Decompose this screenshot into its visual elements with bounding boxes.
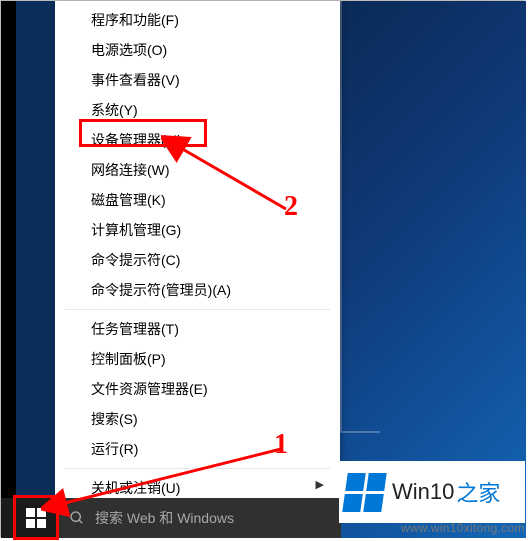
menu-item-label: 命令提示符(管理员)(A) (91, 282, 231, 298)
menu-item-run[interactable]: 运行(R) (55, 434, 340, 464)
winx-context-menu: 程序和功能(F) 电源选项(O) 事件查看器(V) 系统(Y) 设备管理器(M)… (55, 1, 340, 498)
menu-item-label: 电源选项(O) (91, 42, 167, 58)
desktop-background (340, 1, 526, 538)
menu-separator (65, 309, 330, 310)
menu-item-label: 磁盘管理(K) (91, 192, 166, 208)
menu-item-label: 运行(R) (91, 441, 138, 457)
menu-item-label: 关机或注销(U) (91, 480, 180, 496)
menu-item-taskmgr[interactable]: 任务管理器(T) (55, 314, 340, 344)
menu-item-label: 系统(Y) (91, 102, 138, 118)
windows-logo-icon (26, 508, 46, 528)
menu-separator (65, 468, 330, 469)
menu-item-explorer[interactable]: 文件资源管理器(E) (55, 374, 340, 404)
desktop-light-line (340, 1, 342, 431)
search-placeholder: 搜索 Web 和 Windows (95, 508, 234, 528)
annotation-number-1: 1 (274, 429, 288, 461)
menu-item-label: 设备管理器(M) (91, 132, 182, 148)
windows-tiles-icon (342, 473, 386, 512)
menu-item-label: 网络连接(W) (91, 162, 170, 178)
watermark-url: www.win10xitong.com (401, 521, 525, 535)
chevron-right-icon: ▶ (316, 478, 324, 491)
watermark-text-1: Win10 (392, 479, 454, 505)
desktop-light-line (340, 431, 380, 433)
menu-item-label: 事件查看器(V) (91, 72, 180, 88)
watermark-text-2: 之家 (456, 476, 500, 508)
menu-item-system[interactable]: 系统(Y) (55, 95, 340, 125)
desktop-gap (16, 1, 55, 538)
menu-item-controlpanel[interactable]: 控制面板(P) (55, 344, 340, 374)
menu-item-cmd-admin[interactable]: 命令提示符(管理员)(A) (55, 275, 340, 305)
menu-item-network[interactable]: 网络连接(W) (55, 155, 340, 185)
menu-item-label: 控制面板(P) (91, 351, 166, 367)
screenshot-border: 程序和功能(F) 电源选项(O) 事件查看器(V) 系统(Y) 设备管理器(M)… (0, 0, 525, 537)
watermark-logo: Win10 之家 (339, 461, 525, 523)
menu-item-label: 命令提示符(C) (91, 252, 180, 268)
menu-item-search[interactable]: 搜索(S) (55, 404, 340, 434)
menu-item-cmd[interactable]: 命令提示符(C) (55, 245, 340, 275)
menu-item-label: 计算机管理(G) (91, 222, 181, 238)
menu-item-power[interactable]: 电源选项(O) (55, 35, 340, 65)
menu-item-programs[interactable]: 程序和功能(F) (55, 5, 340, 35)
menu-item-label: 文件资源管理器(E) (91, 381, 208, 397)
menu-item-label: 搜索(S) (91, 411, 138, 427)
search-icon (59, 510, 95, 526)
start-button[interactable] (16, 498, 56, 538)
menu-item-eventviewer[interactable]: 事件查看器(V) (55, 65, 340, 95)
left-black-strip (1, 1, 16, 538)
taskbar-search-box[interactable]: 搜索 Web 和 Windows (59, 498, 341, 538)
annotation-number-2: 2 (284, 191, 298, 223)
menu-item-devicemanager[interactable]: 设备管理器(M) (55, 125, 340, 155)
menu-item-label: 程序和功能(F) (91, 12, 179, 28)
menu-item-label: 任务管理器(T) (91, 321, 179, 337)
